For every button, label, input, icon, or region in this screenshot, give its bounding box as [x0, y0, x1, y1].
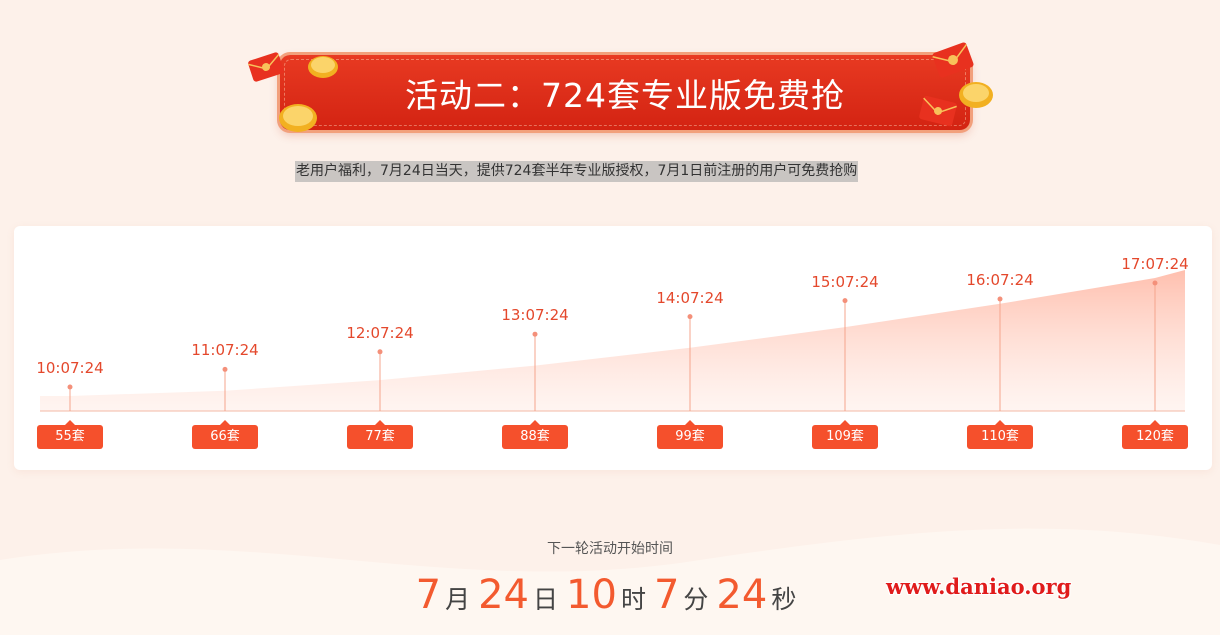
quantity-tag: 55套: [37, 420, 103, 449]
banner-title: 活动二：724套专业版免费抢: [405, 75, 845, 115]
countdown-month-unit: 月: [445, 585, 471, 614]
quantity-tag: 109套: [812, 420, 878, 449]
red-envelope-icon: [932, 42, 974, 78]
gold-coin-icon: [279, 104, 317, 132]
red-envelope-icon: [248, 52, 284, 82]
chart-point: [687, 314, 693, 320]
timeline-chart-card: 10:07:24 55套 11:07:24 66套 12:07:24 77套 13:07:2…: [14, 226, 1212, 470]
chart-point: [377, 349, 383, 355]
quantity-tag: 99套: [657, 420, 723, 449]
gold-coin-icon: [959, 82, 993, 108]
countdown-day: 24: [478, 572, 530, 618]
countdown-hour-unit: 时: [620, 585, 646, 614]
countdown-second: 24: [716, 572, 768, 618]
quantity-tag: 66套: [192, 420, 258, 449]
activity-description: 老用户福利，7月24日当天，提供724套半年专业版授权，7月1日前注册的用户可免…: [295, 161, 859, 182]
quantity-tag: 77套: [347, 420, 413, 449]
countdown-day-unit: 日: [533, 585, 559, 614]
time-label: 11:07:24: [191, 341, 259, 360]
chart-point: [842, 298, 848, 304]
site-watermark: www.daniao.org: [886, 574, 1072, 599]
countdown-minute-unit: 分: [683, 585, 709, 614]
chart-point: [222, 366, 228, 372]
time-label: 15:07:24: [811, 272, 879, 291]
time-label: 16:07:24: [966, 271, 1034, 289]
time-label: 13:07:24: [501, 306, 569, 325]
time-label: 17:07:24: [1121, 255, 1189, 273]
chart-point: [997, 296, 1003, 302]
next-round-label: 下一轮活动开始时间: [547, 541, 673, 557]
time-label: 14:07:24: [656, 288, 724, 307]
countdown-second-unit: 秒: [771, 585, 797, 614]
time-label: 12:07:24: [346, 323, 414, 342]
countdown-minute: 7: [653, 572, 680, 618]
time-label: 10:07:24: [36, 359, 104, 377]
quantity-tag: 110套: [967, 420, 1033, 449]
countdown-hour: 10: [566, 572, 617, 618]
quantity-tag: 120套: [1122, 420, 1188, 449]
chart-point: [67, 384, 73, 390]
chart-point: [532, 331, 538, 337]
chart-point: [1152, 280, 1158, 286]
activity-banner: 活动二：724套专业版免费抢: [280, 55, 970, 130]
countdown-month: 7: [415, 572, 442, 618]
red-envelope-icon: [919, 95, 957, 127]
gold-coin-icon: [308, 56, 338, 78]
quantity-tag: 88套: [502, 420, 568, 449]
